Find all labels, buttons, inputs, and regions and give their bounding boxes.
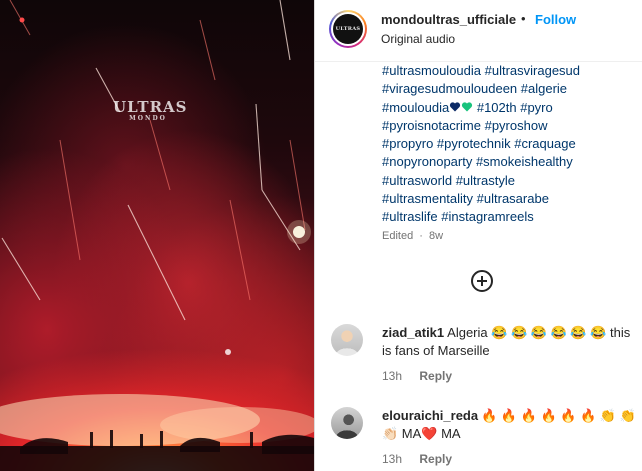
caption-line[interactable]: #nopyronoparty #smokeishealthy [382,153,632,171]
comment-item: elouraichi_reda 🔥 🔥 🔥 🔥 🔥 🔥 👏 👏 👏🏻 MA❤️ M… [382,407,637,444]
caption-line[interactable]: #ultrasmouloudia #ultrasviragesud [382,62,632,80]
navy-heart-icon [450,101,461,112]
caption-line[interactable]: #ultraslife #instagramreels [382,208,632,226]
caption-line[interactable]: #viragesudmouloudeen #algerie [382,80,632,98]
caption-line[interactable]: #propyro #pyrotechnik #craquage [382,135,632,153]
load-more-comments-button[interactable] [471,270,493,292]
caption-line[interactable]: #ultrasmentality #ultrasarabe [382,190,632,208]
comment-username[interactable]: ziad_atik1 [382,325,444,340]
caption-line[interactable]: #pyroisnotacrime #pyroshow [382,117,632,135]
follow-button[interactable]: Follow [535,12,576,27]
comment-age: 13h [382,369,403,383]
post-username[interactable]: mondoultras_ufficiale [381,12,516,27]
separator-dot: • [521,11,526,26]
caption-line[interactable]: #ultrasworld #ultrastyle [382,172,632,190]
profile-avatar[interactable]: ULTRAS [329,10,367,48]
edited-timestamp: Edited · 8w [382,230,444,242]
comment-age: 13h [382,452,403,466]
comment-username[interactable]: elouraichi_reda [382,408,478,423]
audio-label[interactable]: Original audio [381,32,455,46]
reply-button[interactable]: Reply [419,452,452,466]
comment-meta: 13h Reply [382,369,452,383]
reel-video[interactable]: ULTRAS MONDO [0,0,314,471]
comments-scroll-area[interactable]: #ultrasmouloudia #ultrasviragesud #virag… [315,62,642,471]
comment-item: ziad_atik1 Algeria 😂 😂 😂 😂 😂 😂 this is fa… [382,324,637,361]
green-heart-icon [462,101,473,112]
fireworks-scene [0,0,314,471]
comment-meta: 13h Reply [382,452,452,466]
reply-button[interactable]: Reply [419,369,452,383]
post-header: ULTRAS mondoultras_ufficiale • Follow Or… [315,0,642,62]
ultras-mondo-watermark: ULTRAS MONDO [113,98,188,122]
commenter-avatar[interactable] [331,407,363,439]
post-details-panel: ULTRAS mondoultras_ufficiale • Follow Or… [314,0,642,471]
commenter-avatar[interactable] [331,324,363,356]
caption-line: #mouloudia #102th #pyro [382,99,553,115]
avatar-logo: ULTRAS [333,14,363,44]
post-caption: #ultrasmouloudia #ultrasviragesud #virag… [382,62,632,227]
